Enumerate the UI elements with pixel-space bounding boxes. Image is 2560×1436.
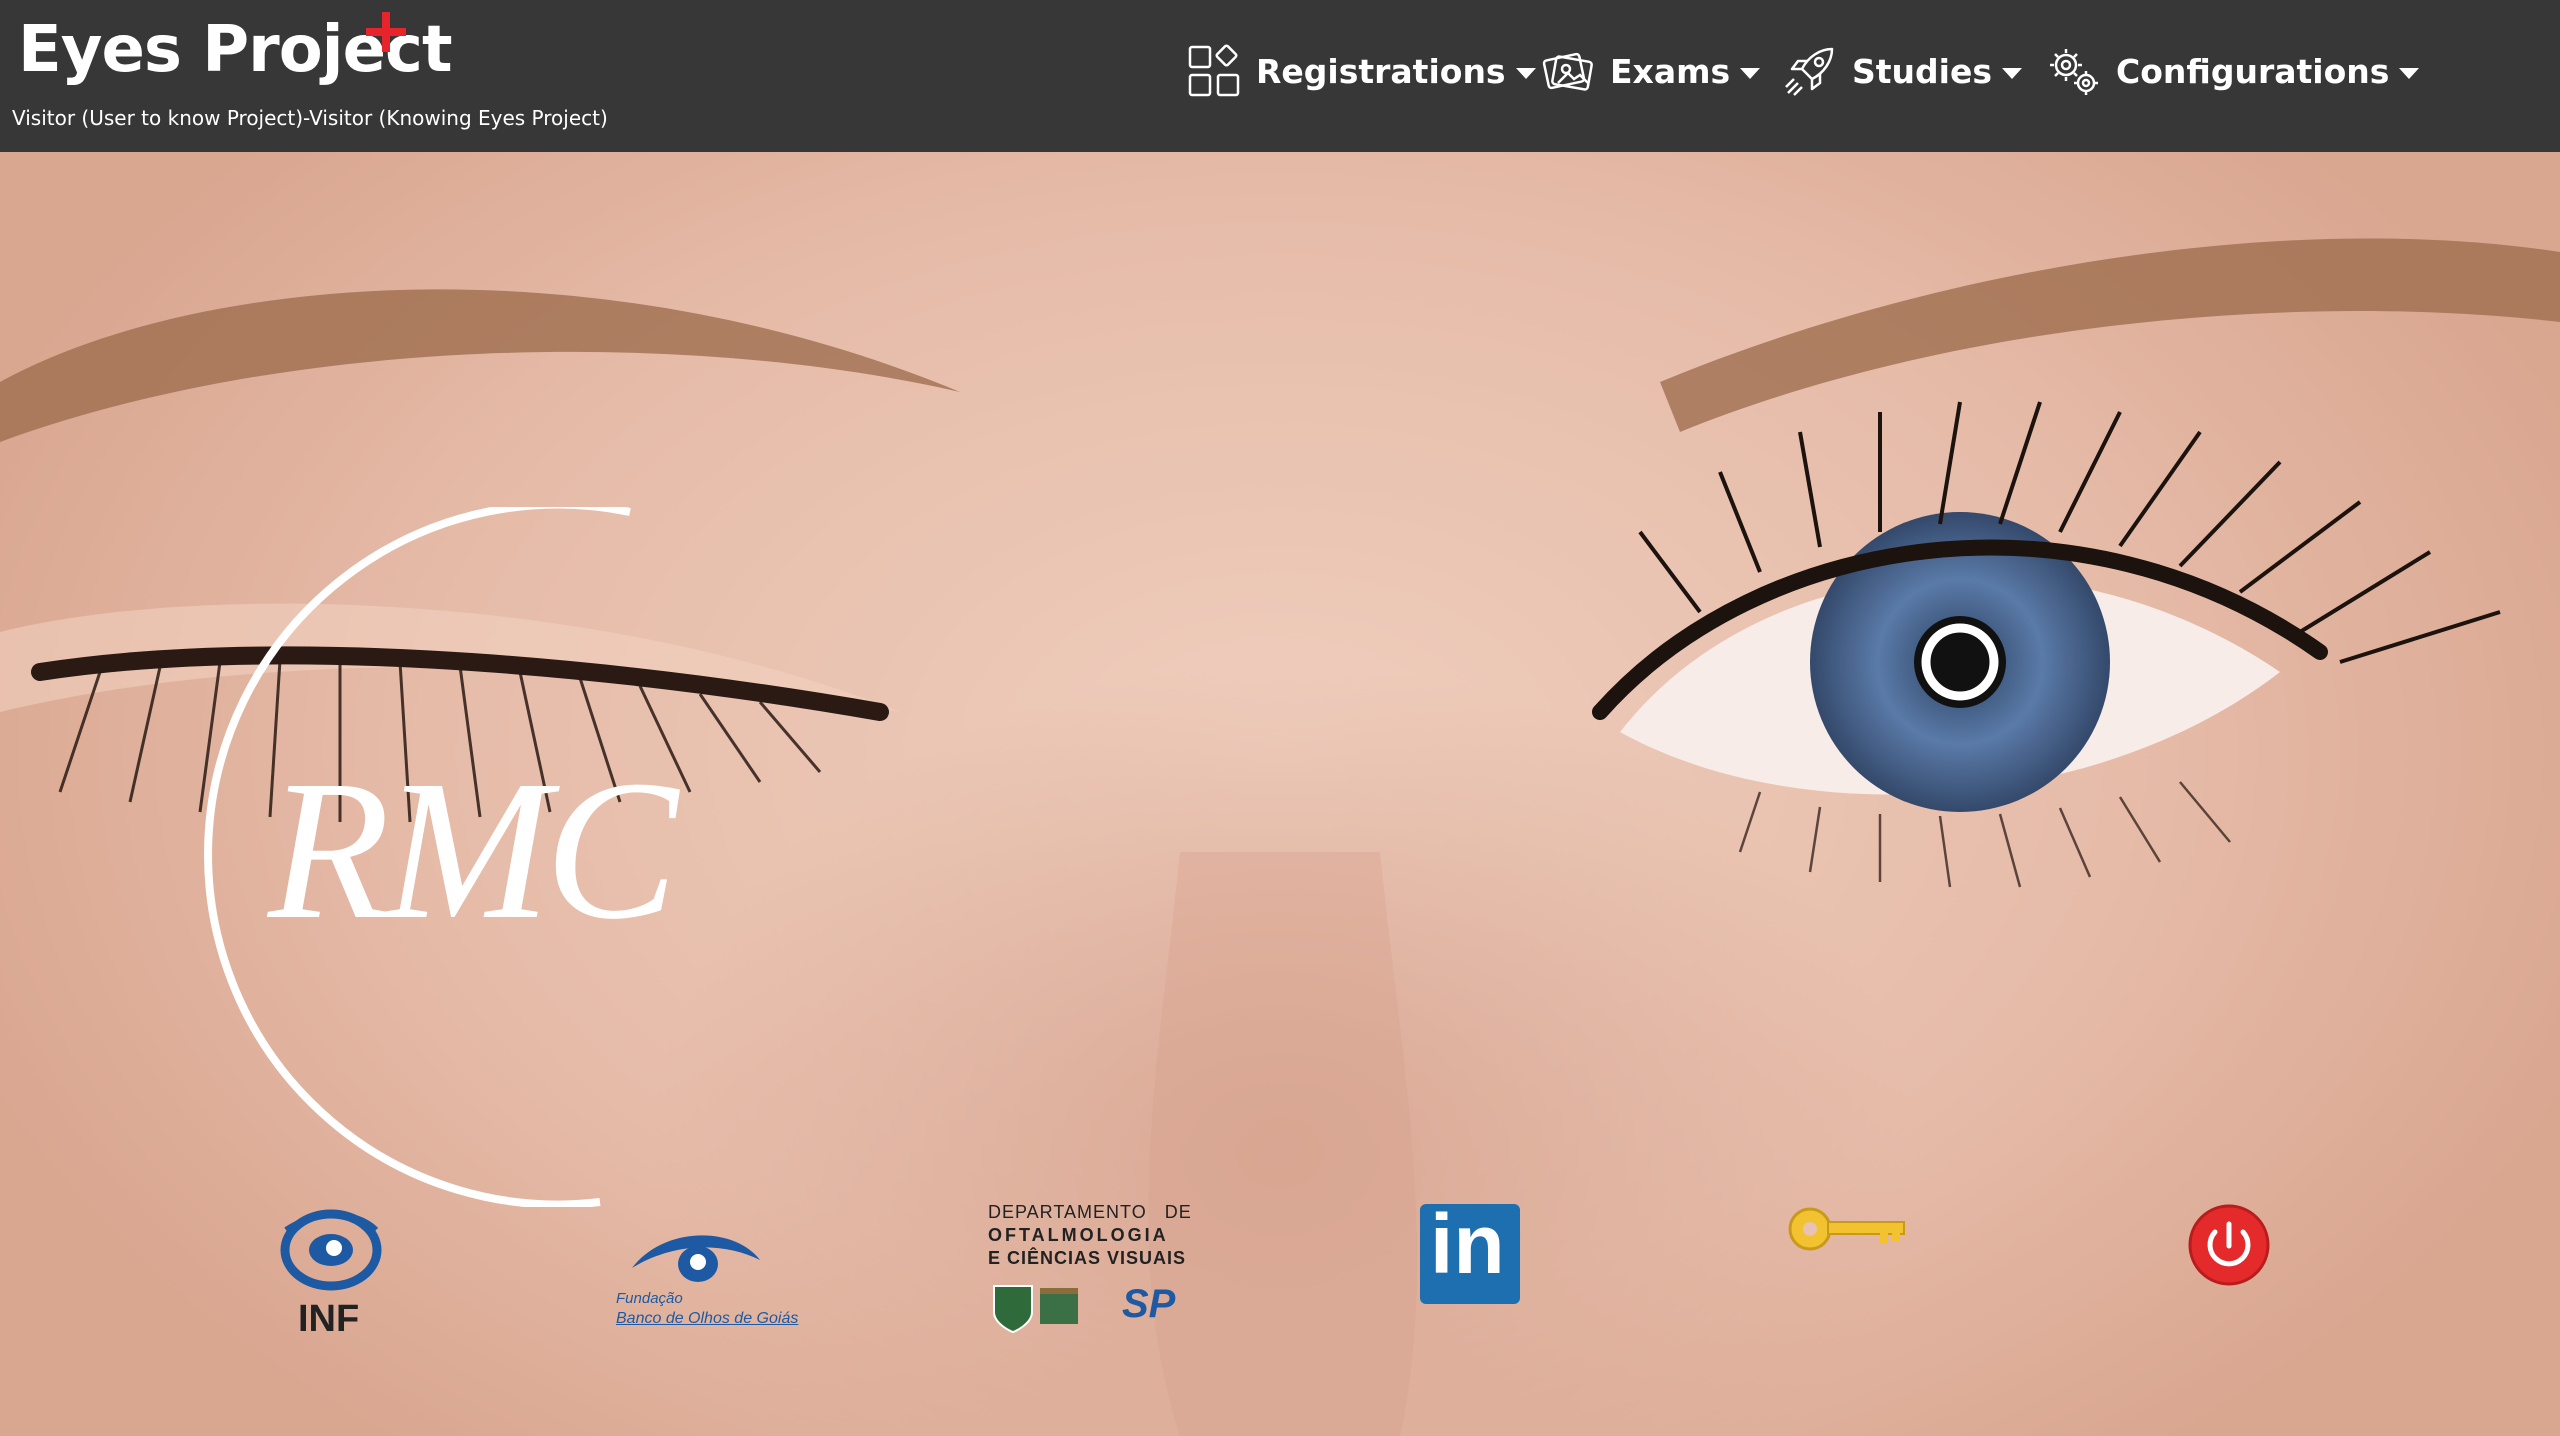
nav-studies-label: Studies bbox=[1852, 51, 1992, 91]
inf-link[interactable]: INF bbox=[276, 1200, 386, 1340]
oftalmologia-label: OFTALMOLOGIA bbox=[988, 1225, 1169, 1245]
chevron-down-icon bbox=[2002, 67, 2022, 79]
right-eyebrow bbox=[1660, 238, 2560, 432]
unifesp-crest-icon bbox=[993, 1285, 1078, 1334]
grid-shapes-icon bbox=[1188, 44, 1240, 97]
ciencias-visuais-label: E CIÊNCIAS VISUAIS bbox=[988, 1248, 1187, 1268]
top-navbar: Eyes Project Visitor (User to know Proje… bbox=[0, 0, 2560, 152]
chevron-down-icon bbox=[1740, 67, 1761, 79]
nav-studies[interactable]: Studies bbox=[1782, 40, 2022, 102]
gears-icon bbox=[2050, 49, 2098, 95]
rmc-logo-text: RMC bbox=[266, 740, 681, 961]
fundacao-banco-de-olhos-link[interactable]: Fundação Banco de Olhos de Goiás bbox=[614, 1224, 814, 1336]
nav-exams-label: Exams bbox=[1610, 51, 1731, 91]
rmc-logo: RMC bbox=[204, 507, 687, 1207]
key-link[interactable] bbox=[1788, 1202, 1908, 1256]
sp-badge: SP bbox=[1122, 1282, 1176, 1326]
rocket-icon bbox=[1785, 47, 1834, 96]
nav-registrations-label: Registrations bbox=[1256, 51, 1506, 91]
chevron-down-icon bbox=[2399, 67, 2420, 79]
nav-configurations-label: Configurations bbox=[2116, 51, 2390, 91]
key-icon bbox=[1788, 1207, 1905, 1251]
eye-logo-icon bbox=[632, 1235, 760, 1282]
linkedin-icon: in bbox=[1430, 1197, 1505, 1291]
fundacao-label: Fundação bbox=[616, 1290, 683, 1307]
banco-de-olhos-label: Banco de Olhos de Goiás bbox=[616, 1310, 799, 1327]
power-icon bbox=[2188, 1204, 2270, 1286]
nav-registrations[interactable]: Registrations bbox=[1186, 40, 1536, 102]
photos-icon bbox=[1542, 52, 1593, 91]
departamento-oftalmologia-link[interactable]: DEPARTAMENTO DE OFTALMOLOGIA E CIÊNCIAS … bbox=[988, 1202, 1200, 1334]
power-link[interactable] bbox=[2188, 1204, 2270, 1286]
inf-label: INF bbox=[298, 1298, 360, 1340]
left-eyebrow bbox=[0, 289, 960, 442]
chevron-down-icon bbox=[1515, 67, 1536, 79]
user-role-subtitle: Visitor (User to know Project)-Visitor (… bbox=[12, 106, 608, 130]
linkedin-link[interactable]: in bbox=[1420, 1197, 1520, 1304]
plus-icon bbox=[366, 12, 406, 52]
nav-configurations[interactable]: Configurations bbox=[2046, 40, 2420, 102]
nav-exams[interactable]: Exams bbox=[1540, 40, 1761, 102]
departamento-label: DEPARTAMENTO DE bbox=[988, 1202, 1192, 1222]
